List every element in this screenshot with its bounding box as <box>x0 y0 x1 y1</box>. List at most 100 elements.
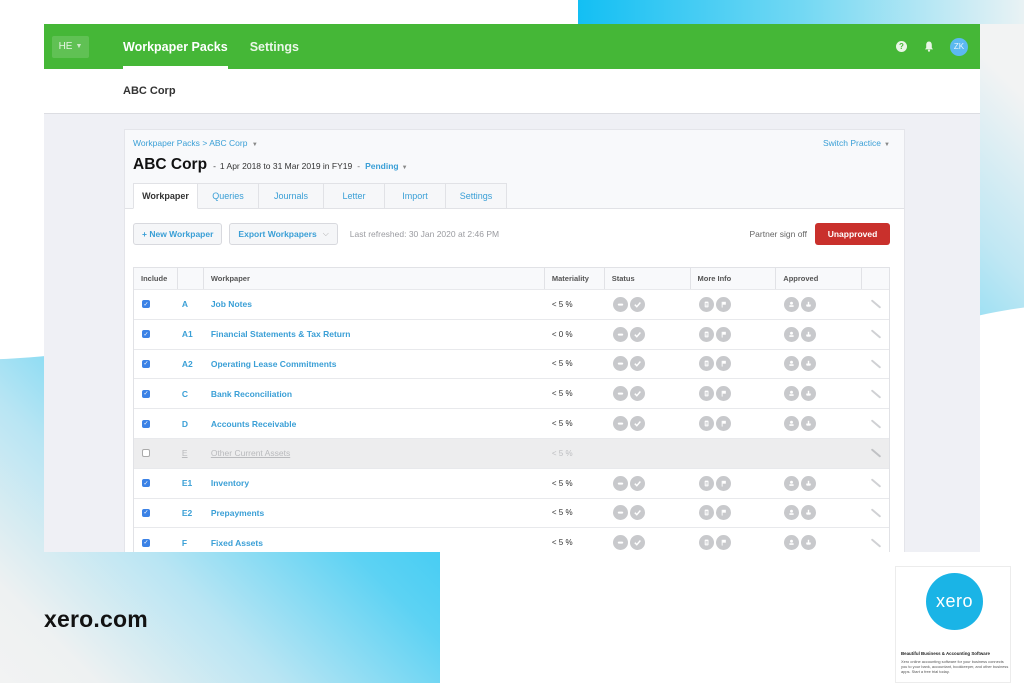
queries-icon[interactable] <box>612 416 628 432</box>
edit-pencil-icon[interactable] <box>870 448 881 458</box>
edit-pencil-icon[interactable] <box>870 329 881 339</box>
include-checkbox[interactable]: ✓ <box>142 389 150 398</box>
preparer-approval-icon[interactable] <box>784 386 800 402</box>
notes-document-icon[interactable] <box>698 416 714 432</box>
flag-icon[interactable] <box>715 356 731 372</box>
include-checkbox[interactable] <box>142 449 150 458</box>
queries-icon[interactable] <box>612 475 628 491</box>
complete-check-icon[interactable] <box>629 535 645 551</box>
reviewer-approval-stamp-icon[interactable] <box>801 416 817 432</box>
reviewer-approval-stamp-icon[interactable] <box>801 326 817 342</box>
bell-icon[interactable] <box>923 41 934 52</box>
workpaper-link[interactable]: Bank Reconciliation <box>204 379 545 408</box>
queries-icon[interactable] <box>612 505 628 521</box>
flag-icon[interactable] <box>715 475 731 491</box>
edit-pencil-icon[interactable] <box>870 508 881 518</box>
edit-pencil-icon[interactable] <box>870 299 881 310</box>
queries-icon[interactable] <box>612 356 628 372</box>
include-checkbox[interactable]: ✓ <box>142 538 150 547</box>
flag-icon[interactable] <box>715 386 731 402</box>
column-header-workpaper[interactable]: Workpaper <box>204 268 545 289</box>
notes-document-icon[interactable] <box>698 386 714 402</box>
queries-icon[interactable] <box>612 326 628 342</box>
complete-check-icon[interactable] <box>629 356 645 372</box>
complete-check-icon[interactable] <box>629 386 645 402</box>
breadcrumb-root[interactable]: Workpaper Packs <box>133 138 200 148</box>
edit-pencil-icon[interactable] <box>870 389 881 399</box>
help-icon[interactable]: ? <box>896 41 907 52</box>
reviewer-approval-stamp-icon[interactable] <box>801 505 817 521</box>
workpaper-link[interactable]: Operating Lease Commitments <box>204 350 545 379</box>
include-checkbox[interactable]: ✓ <box>142 419 150 428</box>
unapproved-button[interactable]: Unapproved <box>815 223 890 245</box>
queries-icon[interactable] <box>612 296 628 312</box>
column-header-materiality[interactable]: Materiality <box>545 268 605 289</box>
flag-icon[interactable] <box>715 416 731 432</box>
workpaper-link[interactable]: Accounts Receivable <box>204 409 545 438</box>
tab-settings[interactable]: Settings <box>446 183 507 209</box>
flag-icon[interactable] <box>715 296 731 312</box>
breadcrumb-current[interactable]: ABC Corp <box>209 138 247 148</box>
reviewer-approval-stamp-icon[interactable] <box>801 386 817 402</box>
notes-document-icon[interactable] <box>698 296 714 312</box>
preparer-approval-icon[interactable] <box>784 416 800 432</box>
flag-icon[interactable] <box>715 505 731 521</box>
reviewer-approval-stamp-icon[interactable] <box>801 475 817 491</box>
reviewer-approval-stamp-icon[interactable] <box>801 356 817 372</box>
include-checkbox[interactable]: ✓ <box>142 300 150 309</box>
include-checkbox[interactable]: ✓ <box>142 479 150 488</box>
tab-import[interactable]: Import <box>385 183 446 209</box>
tab-queries[interactable]: Queries <box>198 183 259 209</box>
export-workpapers-button[interactable]: Export Workpapers ⌵ <box>229 223 338 245</box>
preparer-approval-icon[interactable] <box>784 535 800 551</box>
notes-document-icon[interactable] <box>698 356 714 372</box>
column-header-more-info[interactable]: More Info <box>691 268 777 289</box>
workpaper-link[interactable]: Prepayments <box>204 499 545 528</box>
complete-check-icon[interactable] <box>629 416 645 432</box>
notes-document-icon[interactable] <box>698 475 714 491</box>
notes-document-icon[interactable] <box>698 326 714 342</box>
column-header-approved[interactable]: Approved <box>776 268 863 289</box>
preparer-approval-icon[interactable] <box>784 326 800 342</box>
nav-tab-workpaper-packs[interactable]: Workpaper Packs <box>123 24 228 69</box>
edit-pencil-icon[interactable] <box>870 418 881 429</box>
nav-tab-settings[interactable]: Settings <box>250 24 299 69</box>
status-dropdown[interactable]: Pending <box>365 161 399 171</box>
complete-check-icon[interactable] <box>629 475 645 491</box>
switch-practice-link[interactable]: Switch Practice ▼ <box>823 138 890 148</box>
queries-icon[interactable] <box>612 386 628 402</box>
org-switcher[interactable]: HE ▼ <box>52 35 89 58</box>
flag-icon[interactable] <box>715 535 731 551</box>
include-checkbox[interactable]: ✓ <box>142 508 150 517</box>
column-header-status[interactable]: Status <box>605 268 691 289</box>
notes-document-icon[interactable] <box>698 535 714 551</box>
tab-letter[interactable]: Letter <box>324 183 385 209</box>
preparer-approval-icon[interactable] <box>784 475 800 491</box>
column-header-include[interactable]: Include <box>134 268 178 289</box>
complete-check-icon[interactable] <box>629 296 645 312</box>
include-checkbox[interactable]: ✓ <box>142 359 150 368</box>
complete-check-icon[interactable] <box>629 326 645 342</box>
complete-check-icon[interactable] <box>629 505 645 521</box>
edit-pencil-icon[interactable] <box>870 538 881 548</box>
tab-workpaper[interactable]: Workpaper <box>133 183 198 209</box>
tab-journals[interactable]: Journals <box>259 183 324 209</box>
edit-pencil-icon[interactable] <box>870 359 881 369</box>
notes-document-icon[interactable] <box>698 505 714 521</box>
workpaper-link[interactable]: Inventory <box>204 469 545 498</box>
user-avatar[interactable]: ZK <box>950 37 968 56</box>
new-workpaper-button[interactable]: + New Workpaper <box>133 223 223 245</box>
include-checkbox[interactable]: ✓ <box>142 330 150 339</box>
reviewer-approval-stamp-icon[interactable] <box>801 296 817 312</box>
preparer-approval-icon[interactable] <box>784 505 800 521</box>
flag-icon[interactable] <box>715 326 731 342</box>
queries-icon[interactable] <box>612 535 628 551</box>
reviewer-approval-stamp-icon[interactable] <box>801 535 817 551</box>
workpaper-link[interactable]: Job Notes <box>204 290 545 319</box>
preparer-approval-icon[interactable] <box>784 356 800 372</box>
workpaper-link[interactable]: Financial Statements & Tax Return <box>204 320 545 349</box>
edit-pencil-icon[interactable] <box>870 478 881 488</box>
workpaper-link[interactable]: Other Current Assets <box>204 439 545 468</box>
workpaper-link[interactable]: Fixed Assets <box>204 528 545 552</box>
preparer-approval-icon[interactable] <box>784 296 800 312</box>
